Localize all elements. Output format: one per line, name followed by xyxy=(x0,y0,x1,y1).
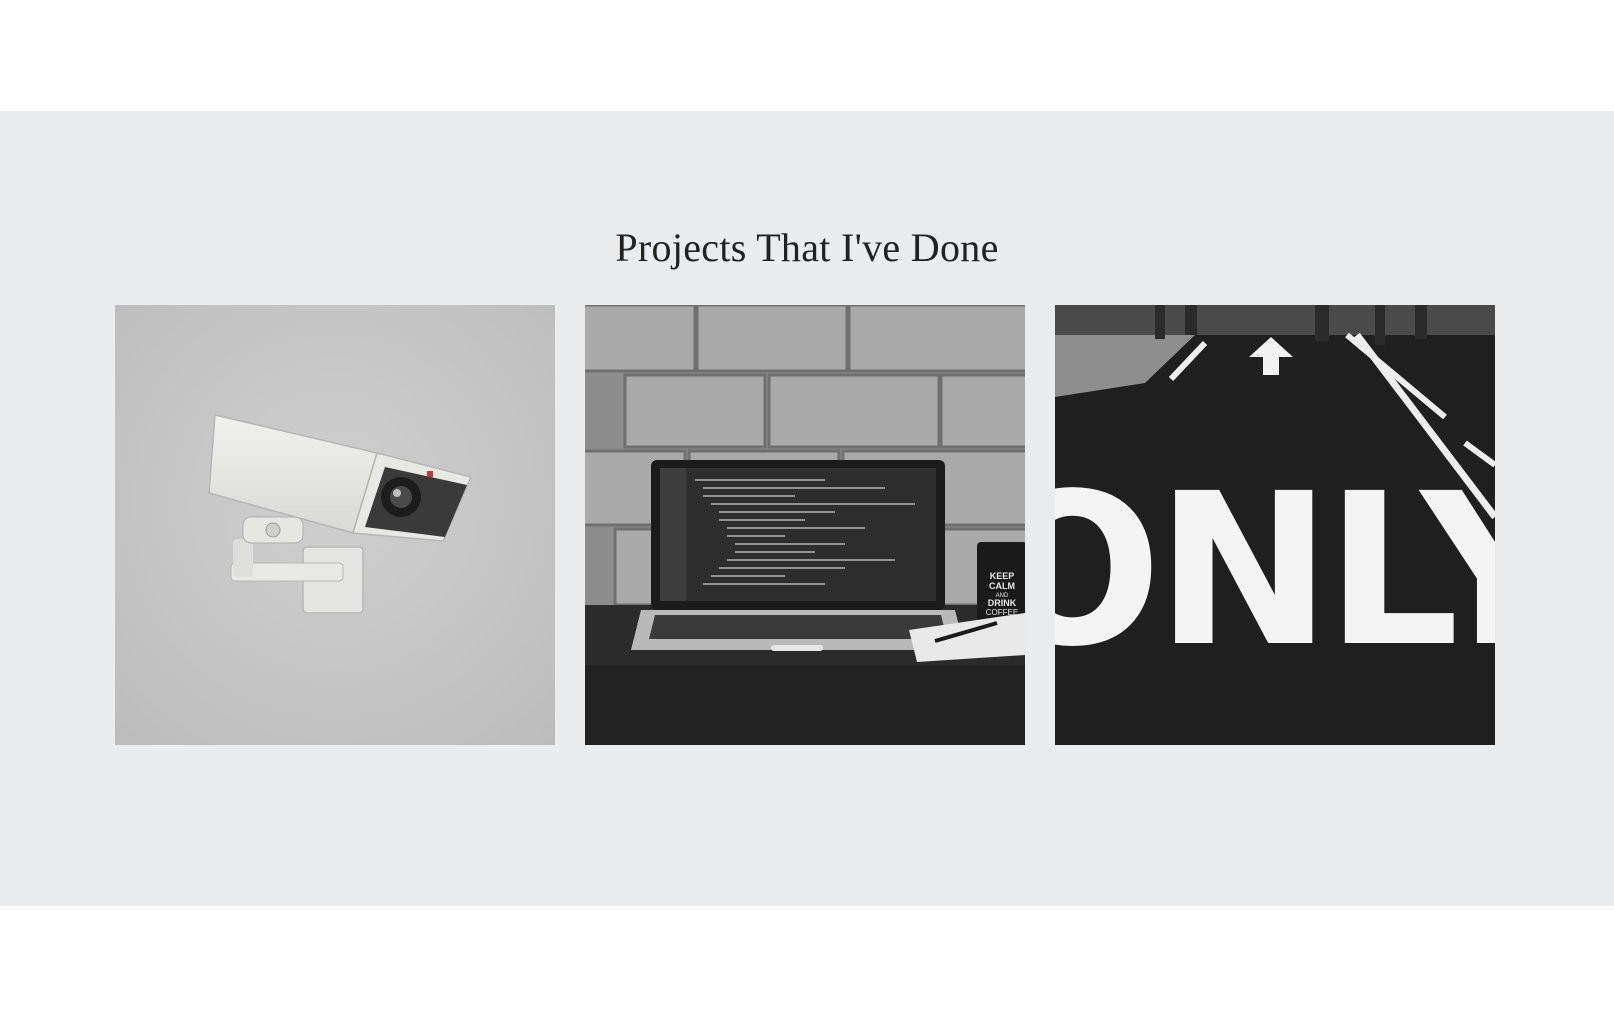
project-card-laptop-code[interactable]: KEEP CALM AND DRINK COFFEE xyxy=(585,305,1025,745)
mug-text-4: DRINK xyxy=(988,598,1017,608)
mug-text-1: KEEP xyxy=(990,571,1015,581)
road-marking-image: ONLY xyxy=(1055,305,1495,745)
top-spacer xyxy=(0,0,1614,111)
bottom-spacer xyxy=(0,906,1614,1029)
projects-section: Projects That I've Done KEEP CALM AND DR… xyxy=(0,111,1614,906)
project-card-road-only[interactable]: ONLY xyxy=(1055,305,1495,745)
security-camera-image xyxy=(115,305,555,745)
road-text: ONLY xyxy=(1055,448,1495,693)
laptop-code-image: KEEP CALM AND DRINK COFFEE xyxy=(585,305,1025,745)
mug-text-2: CALM xyxy=(989,581,1015,591)
project-card-security-camera[interactable] xyxy=(115,305,555,745)
project-gallery: KEEP CALM AND DRINK COFFEE ONL xyxy=(115,305,1495,745)
section-title: Projects That I've Done xyxy=(615,225,999,270)
